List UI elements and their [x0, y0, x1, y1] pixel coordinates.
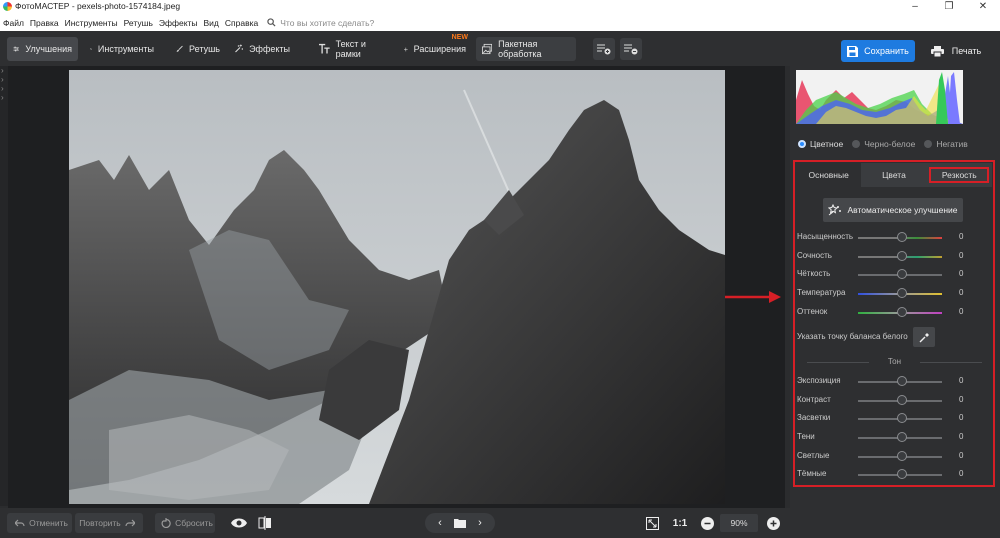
tab-label: Расширения — [413, 44, 466, 54]
undo-label: Отменить — [29, 518, 68, 528]
radio-label: Черно-белое — [864, 139, 916, 149]
plus-icon — [404, 47, 408, 51]
zoom-in-button[interactable] — [765, 514, 781, 532]
menu-view[interactable]: Вид — [201, 18, 222, 28]
minus-circle-icon — [700, 516, 714, 530]
add-list-button[interactable] — [593, 38, 615, 60]
list-remove-icon — [624, 44, 638, 55]
print-label: Печать — [951, 46, 982, 56]
left-collapsed-panel[interactable]: › › › › — [0, 66, 8, 506]
fit-to-screen-button[interactable] — [643, 514, 661, 532]
chevron-right-icon: › — [1, 75, 4, 84]
redo-icon — [125, 519, 135, 527]
sliders-icon — [13, 46, 19, 52]
tab-text-frames[interactable]: Текст и рамки — [313, 37, 393, 61]
save-label: Сохранить — [864, 46, 909, 56]
next-image-button[interactable]: › — [470, 517, 490, 529]
zoom-level[interactable]: 90% — [720, 514, 758, 532]
save-button[interactable]: Сохранить — [841, 40, 915, 62]
brush-icon — [176, 45, 183, 52]
menu-file[interactable]: Файл — [0, 18, 27, 28]
prev-image-button[interactable]: ‹ — [430, 517, 450, 529]
floppy-icon — [847, 45, 859, 57]
highlight-annotation-box — [793, 160, 995, 487]
folder-icon[interactable] — [454, 518, 466, 528]
tab-enhancements[interactable]: Улучшения — [7, 37, 78, 61]
tab-label: Инструменты — [97, 44, 154, 54]
chevron-right-icon: › — [1, 84, 4, 93]
tab-retouch[interactable]: Ретушь — [170, 37, 226, 61]
radio-label: Цветное — [810, 139, 844, 149]
redo-label: Повторить — [79, 518, 121, 528]
undo-icon — [15, 519, 25, 527]
chevron-right-icon: › — [1, 66, 4, 75]
plus-circle-icon — [766, 516, 780, 530]
window-title: ФотоМАСТЕР - pexels-photo-1574184.jpeg — [15, 1, 181, 11]
bottom-bar: Отменить Повторить Сбросить ‹ › 1:1 90% — [0, 508, 790, 538]
reset-icon — [161, 518, 171, 528]
printer-icon — [930, 45, 944, 57]
magic-wand-icon — [235, 44, 244, 53]
maximize-icon[interactable]: ❐ — [932, 0, 966, 14]
tab-label: Улучшения — [25, 44, 72, 54]
photo-preview[interactable] — [69, 70, 725, 504]
tab-effects[interactable]: Эффекты — [228, 37, 296, 61]
menu-effects[interactable]: Эффекты — [156, 18, 201, 28]
title-bar: ФотоМАСТЕР - pexels-photo-1574184.jpeg –… — [0, 0, 1000, 14]
search-icon — [267, 18, 276, 27]
compare-button[interactable] — [256, 514, 274, 532]
navigation-group: ‹ › — [425, 513, 495, 533]
app-logo-icon — [3, 2, 12, 11]
mode-negative-radio[interactable]: Негатив — [924, 139, 968, 149]
remove-list-button[interactable] — [620, 38, 642, 60]
radio-label: Негатив — [936, 139, 968, 149]
new-badge: NEW — [451, 34, 468, 41]
print-button[interactable]: Печать — [922, 40, 990, 62]
minimize-icon[interactable]: – — [898, 0, 932, 14]
menu-tools[interactable]: Инструменты — [62, 18, 121, 28]
batch-processing-button[interactable]: Пакетная обработка — [476, 37, 576, 61]
search-placeholder: Что вы хотите сделать? — [280, 17, 375, 28]
eye-icon — [231, 518, 247, 528]
color-mode-group: Цветное Черно-белое Негатив — [798, 139, 977, 149]
tab-extensions[interactable]: Расширения NEW — [398, 34, 472, 61]
window-controls: – ❐ ✕ — [898, 0, 1000, 14]
redo-button[interactable]: Повторить — [75, 513, 143, 533]
tab-label: Эффекты — [249, 44, 290, 54]
reset-label: Сбросить — [175, 518, 213, 528]
menu-edit[interactable]: Правка — [27, 18, 62, 28]
close-icon[interactable]: ✕ — [966, 0, 1000, 14]
menu-retouch[interactable]: Ретушь — [121, 18, 156, 28]
mode-color-radio[interactable]: Цветное — [798, 139, 843, 149]
actual-size-button[interactable]: 1:1 — [670, 514, 690, 532]
menu-search[interactable]: Что вы хотите сделать? — [267, 18, 374, 28]
batch-label: Пакетная обработка — [498, 39, 542, 59]
reset-button[interactable]: Сбросить — [155, 513, 215, 533]
preview-toggle-button[interactable] — [230, 514, 248, 532]
tab-tools[interactable]: Инструменты — [84, 37, 160, 61]
red-arrow-annotation — [725, 291, 781, 303]
text-icon — [319, 43, 330, 54]
undo-button[interactable]: Отменить — [7, 513, 72, 533]
list-add-icon — [597, 44, 611, 55]
images-icon — [482, 43, 493, 55]
menu-bar: Файл Правка Инструменты Ретушь Эффекты В… — [0, 14, 1000, 31]
crop-icon — [90, 48, 92, 50]
mode-bw-radio[interactable]: Черно-белое — [852, 139, 915, 149]
fit-screen-icon — [645, 516, 659, 530]
main-toolbar: Улучшения Инструменты Ретушь Эффекты Тек… — [0, 31, 1000, 66]
menu-help[interactable]: Справка — [222, 18, 261, 28]
chevron-right-icon: › — [1, 93, 4, 102]
compare-icon — [258, 516, 271, 530]
tab-label: Ретушь — [189, 44, 220, 54]
tab-label: Текст и рамки — [335, 39, 366, 59]
histogram — [796, 70, 963, 124]
zoom-out-button[interactable] — [699, 514, 715, 532]
